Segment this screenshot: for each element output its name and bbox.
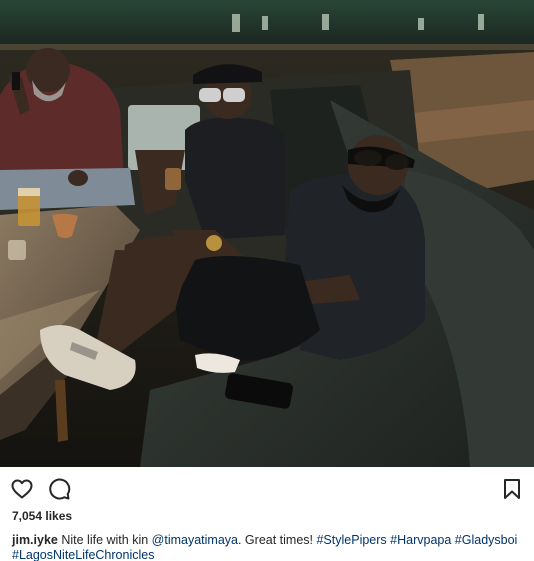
hashtag-link[interactable]: #StylePipers — [316, 533, 386, 547]
speech-bubble-icon[interactable] — [47, 477, 71, 501]
hashtag-link[interactable]: #LagosNiteLifeChronicles — [12, 548, 154, 561]
post-actions-bar — [0, 467, 534, 507]
likes-count[interactable]: 7,054 likes — [12, 509, 72, 523]
heart-outline-icon[interactable] — [10, 477, 34, 501]
caption-username[interactable]: jim.iyke — [12, 533, 58, 547]
hashtag-link[interactable]: #Harvpapa — [390, 533, 451, 547]
hashtag-link[interactable]: #Gladysboi — [455, 533, 518, 547]
caption-text: Nite life with kin — [57, 533, 152, 547]
caption-mention[interactable]: @timayatimaya — [152, 533, 238, 547]
post-photo[interactable] — [0, 0, 534, 467]
photo-scene — [0, 0, 534, 467]
caption-text-2: . Great times! — [237, 533, 317, 547]
post-caption: jim.iyke Nite life with kin @timayatimay… — [12, 533, 527, 561]
bookmark-icon[interactable] — [500, 477, 524, 501]
